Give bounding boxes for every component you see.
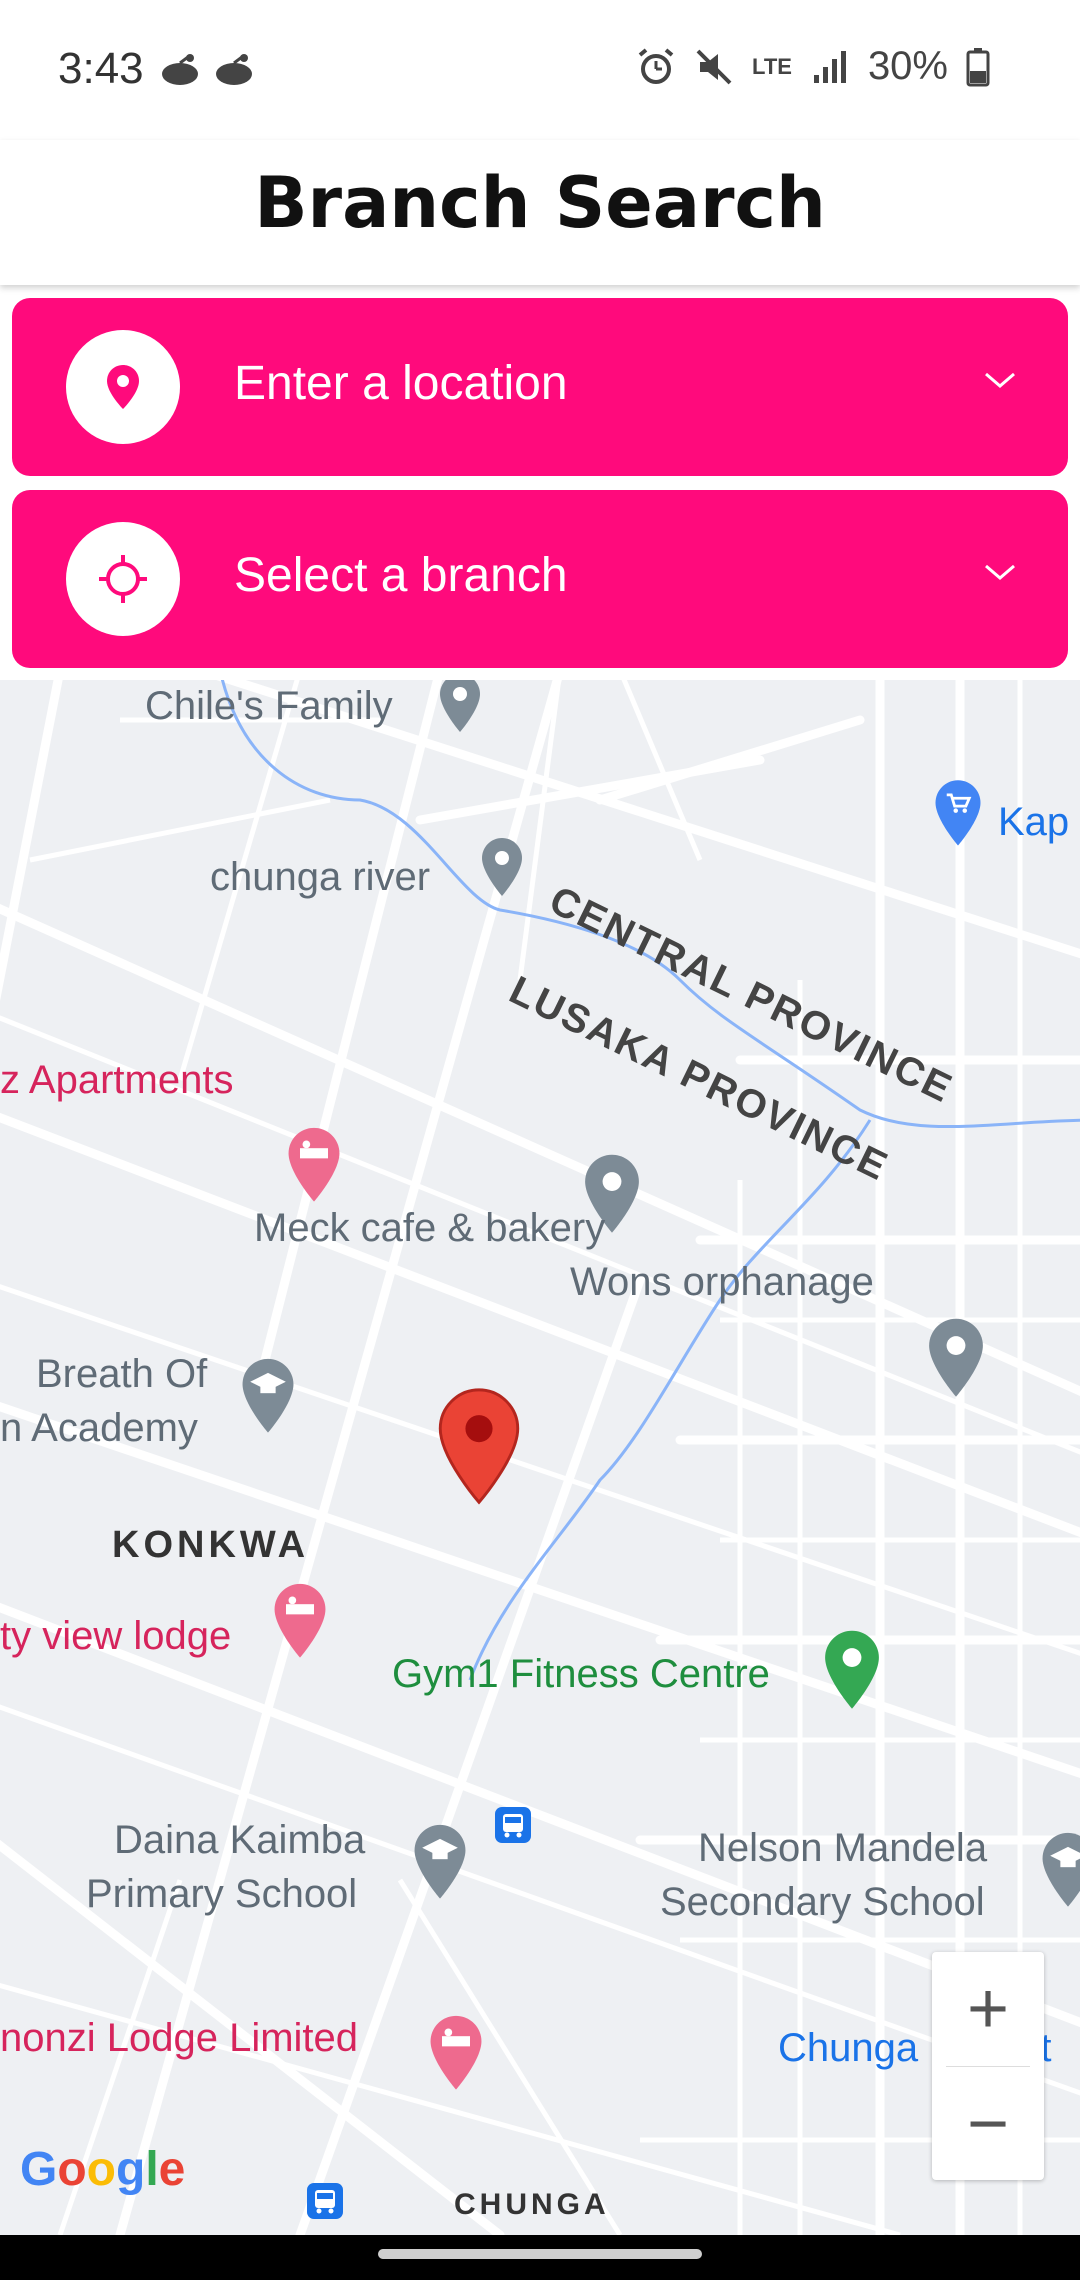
place-label: Gym1 Fitness Centre: [392, 1652, 770, 1696]
battery-icon: [966, 47, 990, 87]
page-title: Branch Search: [254, 162, 826, 244]
branch-dropdown[interactable]: Select a branch: [12, 490, 1068, 668]
place-pin-icon[interactable]: [438, 680, 482, 741]
gym-pin-icon[interactable]: [822, 1628, 882, 1719]
place-pin-icon[interactable]: [926, 1316, 986, 1407]
area-label: CHUNGA: [454, 2188, 610, 2221]
home-gesture-handle[interactable]: [378, 2249, 702, 2259]
place-label: nonzi Lodge Limited: [0, 2016, 359, 2060]
location-pin-icon: [66, 330, 180, 444]
zoom-out-button[interactable]: −: [932, 2067, 1044, 2181]
place-label: Chile's Family: [145, 684, 393, 728]
hotel-pin-icon[interactable]: [428, 2012, 484, 2101]
place-label: Primary School: [86, 1872, 358, 1916]
map-roads: [0, 680, 1080, 2235]
bus-stop-icon[interactable]: [306, 2182, 344, 2225]
mute-icon: [694, 47, 734, 87]
school-pin-icon[interactable]: [240, 1356, 296, 1443]
chevron-down-icon: [982, 368, 1018, 397]
place-label: ty view lodge: [0, 1614, 232, 1658]
branch-placeholder: Select a branch: [234, 549, 568, 602]
place-label: Breath Of: [36, 1352, 208, 1396]
zoom-controls: + −: [932, 1952, 1044, 2180]
hotel-pin-icon[interactable]: [286, 1124, 342, 1213]
status-time: 3:43: [58, 44, 144, 93]
network-type: LTE: [752, 53, 792, 79]
status-bar: 3:43 LTE 30%: [0, 0, 1080, 140]
selected-location-marker[interactable]: [434, 1386, 524, 1515]
battery-percent: 30%: [867, 44, 948, 88]
place-label: z Apartments: [0, 1058, 234, 1102]
area-label: KONKWA: [112, 1524, 310, 1566]
place-label: Daina Kaimba: [114, 1818, 366, 1862]
place-label: Wons orphanage: [570, 1260, 874, 1304]
alarm-icon: [636, 47, 676, 87]
place-label: Secondary School: [660, 1880, 985, 1924]
google-logo: Google: [20, 2143, 186, 2196]
location-dropdown[interactable]: Enter a location: [12, 298, 1068, 476]
school-pin-icon[interactable]: [412, 1822, 468, 1909]
reddit-icon: [214, 52, 254, 91]
place-label: Meck cafe & bakery: [254, 1206, 606, 1250]
place-pin-icon[interactable]: [480, 836, 524, 905]
hotel-pin-icon[interactable]: [272, 1580, 328, 1669]
place-label: n Academy: [0, 1406, 198, 1450]
system-nav-bar: [0, 2235, 1080, 2280]
place-label: Nelson Mandela: [698, 1826, 988, 1870]
signal-icon: [810, 47, 850, 87]
place-label: Kap: [998, 800, 1070, 844]
reddit-icon: [160, 52, 200, 91]
school-pin-icon[interactable]: [1040, 1830, 1080, 1917]
bus-stop-icon[interactable]: [494, 1806, 532, 1849]
chevron-down-icon: [982, 560, 1018, 589]
zoom-in-button[interactable]: +: [932, 1952, 1044, 2066]
map-view[interactable]: Chile's Family chunga river Kap CENTRAL …: [0, 680, 1080, 2235]
place-label: chunga river: [210, 855, 431, 899]
app-header: Branch Search: [0, 140, 1080, 285]
location-placeholder: Enter a location: [234, 357, 568, 410]
crosshair-icon: [66, 522, 180, 636]
shopping-cart-icon[interactable]: [928, 778, 988, 855]
